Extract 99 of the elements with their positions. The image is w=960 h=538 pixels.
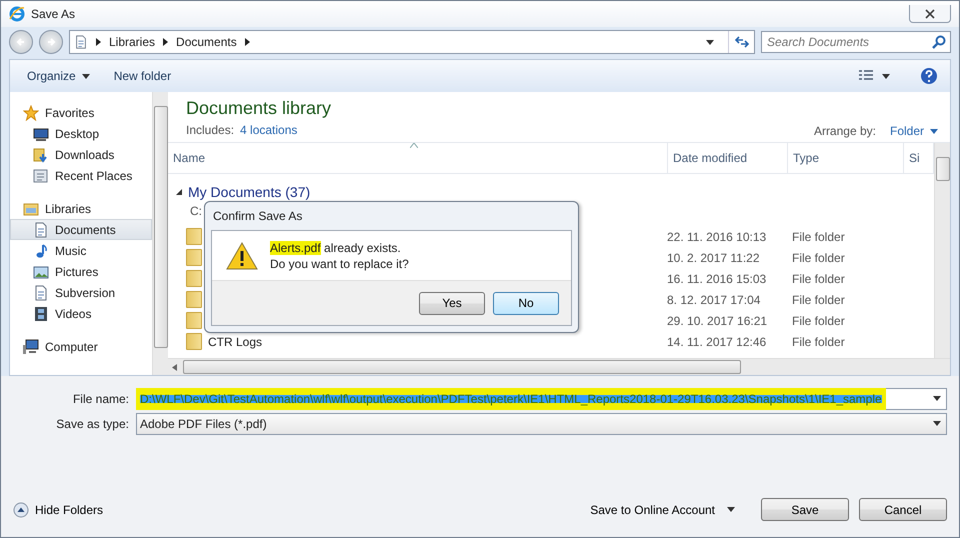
scrollbar[interactable] <box>934 143 950 358</box>
hide-folders-button[interactable]: Hide Folders <box>13 502 104 518</box>
sidebar-item[interactable]: Computer <box>10 336 152 357</box>
scrollbar[interactable] <box>152 92 168 375</box>
expander-icon[interactable] <box>176 189 182 195</box>
sidebar-item[interactable]: Downloads <box>10 144 152 165</box>
chevron-icon <box>244 38 250 46</box>
picture-icon <box>33 264 49 280</box>
close-button[interactable] <box>909 5 951 23</box>
dialog-button[interactable]: Yes <box>419 292 485 314</box>
includes-label: Includes: <box>186 123 234 137</box>
file-name-label: File name: <box>72 392 130 406</box>
collapse-icon <box>13 502 29 518</box>
library-icon <box>23 200 39 216</box>
view-button[interactable] <box>858 70 890 82</box>
sidebar-item[interactable]: Documents <box>10 219 152 240</box>
arrange-dropdown[interactable]: Folder <box>890 124 938 138</box>
recent-icon <box>33 168 49 184</box>
folder-icon <box>186 312 202 329</box>
date-cell-text: 29. 10. 2017 16:21 <box>666 314 768 328</box>
arrange-label: Arrange by: <box>814 124 876 138</box>
sort-icon <box>410 143 418 148</box>
column-header[interactable]: Type <box>788 143 904 173</box>
scroll-left-icon[interactable] <box>172 364 177 370</box>
folder-icon <box>186 249 202 266</box>
globe-icon <box>9 6 25 22</box>
caret-icon <box>933 421 941 426</box>
type-cell-text: File folder <box>791 292 846 306</box>
warning-icon <box>226 242 258 270</box>
sidebar-item[interactable]: Subversion <box>10 282 152 303</box>
locations-link[interactable]: 4 locations <box>240 123 298 137</box>
date-cell-text: 16. 11. 2016 15:03 <box>666 272 768 286</box>
chevron-icon <box>163 38 168 46</box>
dialog-button[interactable]: No <box>493 292 559 314</box>
type-cell-text: File folder <box>791 230 846 244</box>
file-name[interactable]: CTR Logs <box>208 334 262 348</box>
group-path: C: <box>190 204 202 220</box>
breadcrumb[interactable]: Libraries <box>109 35 156 49</box>
window-title: Save As <box>31 7 76 21</box>
sidebar-item[interactable]: Desktop <box>10 123 152 144</box>
folder-icon <box>186 333 202 350</box>
back-button[interactable] <box>9 30 33 54</box>
library-title: Documents library <box>186 98 332 119</box>
help-icon[interactable] <box>920 67 938 85</box>
desktop-icon <box>33 126 49 142</box>
sidebar-item[interactable]: Libraries <box>10 198 152 219</box>
caret-icon <box>933 396 941 401</box>
close-icon <box>924 8 936 18</box>
date-cell-text: 22. 11. 2016 10:13 <box>666 230 768 244</box>
forward-button[interactable] <box>39 30 63 54</box>
folder-icon <box>186 270 202 287</box>
sidebar-item[interactable]: Videos <box>10 303 152 324</box>
dialog-message: Alerts.pdf already exists. <box>270 240 402 254</box>
dialog-message: Do you want to replace it? <box>270 256 409 270</box>
column-header[interactable]: Name <box>168 143 668 173</box>
caret-icon <box>882 74 890 78</box>
scrollbar[interactable] <box>168 358 950 375</box>
footer-button[interactable]: Cancel <box>859 498 947 521</box>
folder-icon <box>186 291 202 308</box>
date-cell-text: 14. 11. 2017 12:46 <box>666 334 768 348</box>
sidebar-item[interactable]: Recent Places <box>10 165 152 186</box>
date-cell-text: 10. 2. 2017 11:22 <box>666 250 761 264</box>
search-field[interactable]: Search Documents <box>761 31 951 53</box>
download-icon <box>33 146 49 162</box>
caret-icon <box>82 74 90 78</box>
sidebar-item[interactable]: Music <box>10 240 152 261</box>
search-icon[interactable] <box>932 35 946 49</box>
star-icon <box>23 104 39 120</box>
refresh-icon <box>734 35 750 49</box>
date-cell-text: 8. 12. 2017 17:04 <box>666 292 762 306</box>
caret-icon <box>930 128 938 134</box>
toolbar-button[interactable]: New folder <box>108 66 176 86</box>
caret-icon <box>727 507 735 512</box>
folder-icon <box>186 228 202 245</box>
address-bar[interactable]: Libraries Documents <box>69 30 755 54</box>
column-header[interactable]: Date modified <box>668 143 788 173</box>
dialog-title: Confirm Save As <box>212 208 304 225</box>
sidebar-item[interactable]: Pictures <box>10 261 152 282</box>
type-cell-text: File folder <box>791 334 846 348</box>
save-type-label: Save as type: <box>55 416 130 430</box>
footer-button[interactable]: Save <box>761 498 849 521</box>
back-arrow-icon <box>15 36 27 48</box>
document-icon <box>33 222 49 238</box>
type-cell-text: File folder <box>791 250 846 264</box>
online-account-button[interactable]: Save to Online Account <box>590 502 735 516</box>
document-icon <box>74 34 88 50</box>
group-title[interactable]: My Documents (37) <box>188 184 310 200</box>
caret-icon <box>706 40 714 44</box>
document-icon <box>33 284 49 300</box>
sidebar-item[interactable]: Favorites <box>10 102 152 123</box>
toolbar-button[interactable]: Organize <box>22 66 95 86</box>
type-cell-text: File folder <box>791 314 846 328</box>
forward-arrow-icon <box>45 36 57 48</box>
type-cell-text: File folder <box>791 272 846 286</box>
breadcrumb[interactable]: Documents <box>176 35 237 49</box>
chevron-icon <box>96 38 101 46</box>
save-type-dropdown[interactable]: Adobe PDF Files (*.pdf) <box>136 412 947 434</box>
video-icon <box>33 306 49 322</box>
computer-icon <box>23 338 39 354</box>
